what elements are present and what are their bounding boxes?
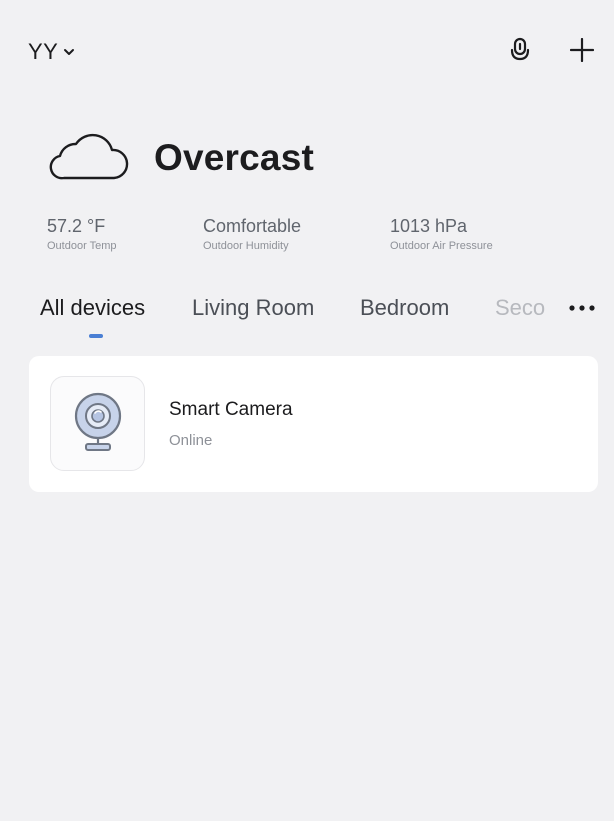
- home-screen: YY Overcast 57.2 °F Outdoor Temp Comfort…: [0, 0, 614, 821]
- device-thumbnail: [50, 376, 145, 471]
- stat-value: 57.2 °F: [47, 216, 106, 236]
- stat-value: Comfortable: [203, 216, 302, 236]
- stat-outdoor-air-pressure: 1013 hPa Outdoor Air Pressure: [390, 215, 493, 253]
- cloud-icon: [46, 128, 130, 187]
- device-card[interactable]: Smart Camera Online: [29, 356, 598, 492]
- ellipsis-icon: [568, 299, 596, 317]
- chevron-down-icon: [62, 45, 76, 59]
- room-tabs: All devices Living Room Bedroom Seco: [0, 292, 614, 352]
- device-name: Smart Camera: [169, 399, 293, 420]
- weather-summary[interactable]: Overcast: [46, 128, 314, 187]
- tab-all-devices[interactable]: All devices: [40, 292, 145, 324]
- add-device-button[interactable]: [568, 37, 596, 67]
- weather-condition: Overcast: [154, 136, 314, 178]
- microphone-icon: [509, 37, 531, 68]
- tab-living-room[interactable]: Living Room: [192, 292, 314, 324]
- microphone-button[interactable]: [506, 37, 534, 68]
- home-selector[interactable]: YY: [28, 39, 76, 65]
- tab-bedroom[interactable]: Bedroom: [360, 292, 449, 324]
- tab-second[interactable]: Seco: [495, 292, 545, 324]
- camera-icon: [68, 387, 128, 460]
- active-tab-indicator: [89, 334, 103, 338]
- stat-outdoor-temp: 57.2 °F Outdoor Temp: [47, 215, 117, 253]
- home-name: YY: [28, 39, 59, 64]
- plus-icon: [569, 37, 595, 67]
- stat-label: Outdoor Temp: [47, 240, 117, 252]
- device-status: Online: [169, 432, 213, 449]
- stat-value: 1013 hPa: [390, 216, 468, 236]
- weather-stats: 57.2 °F Outdoor Temp Comfortable Outdoor…: [47, 215, 584, 259]
- stat-label: Outdoor Air Pressure: [390, 240, 493, 252]
- stat-outdoor-humidity: Comfortable Outdoor Humidity: [203, 215, 301, 253]
- top-bar: YY: [28, 34, 596, 70]
- stat-label: Outdoor Humidity: [203, 240, 289, 252]
- top-actions: [506, 37, 596, 68]
- more-tabs-button[interactable]: [566, 296, 598, 320]
